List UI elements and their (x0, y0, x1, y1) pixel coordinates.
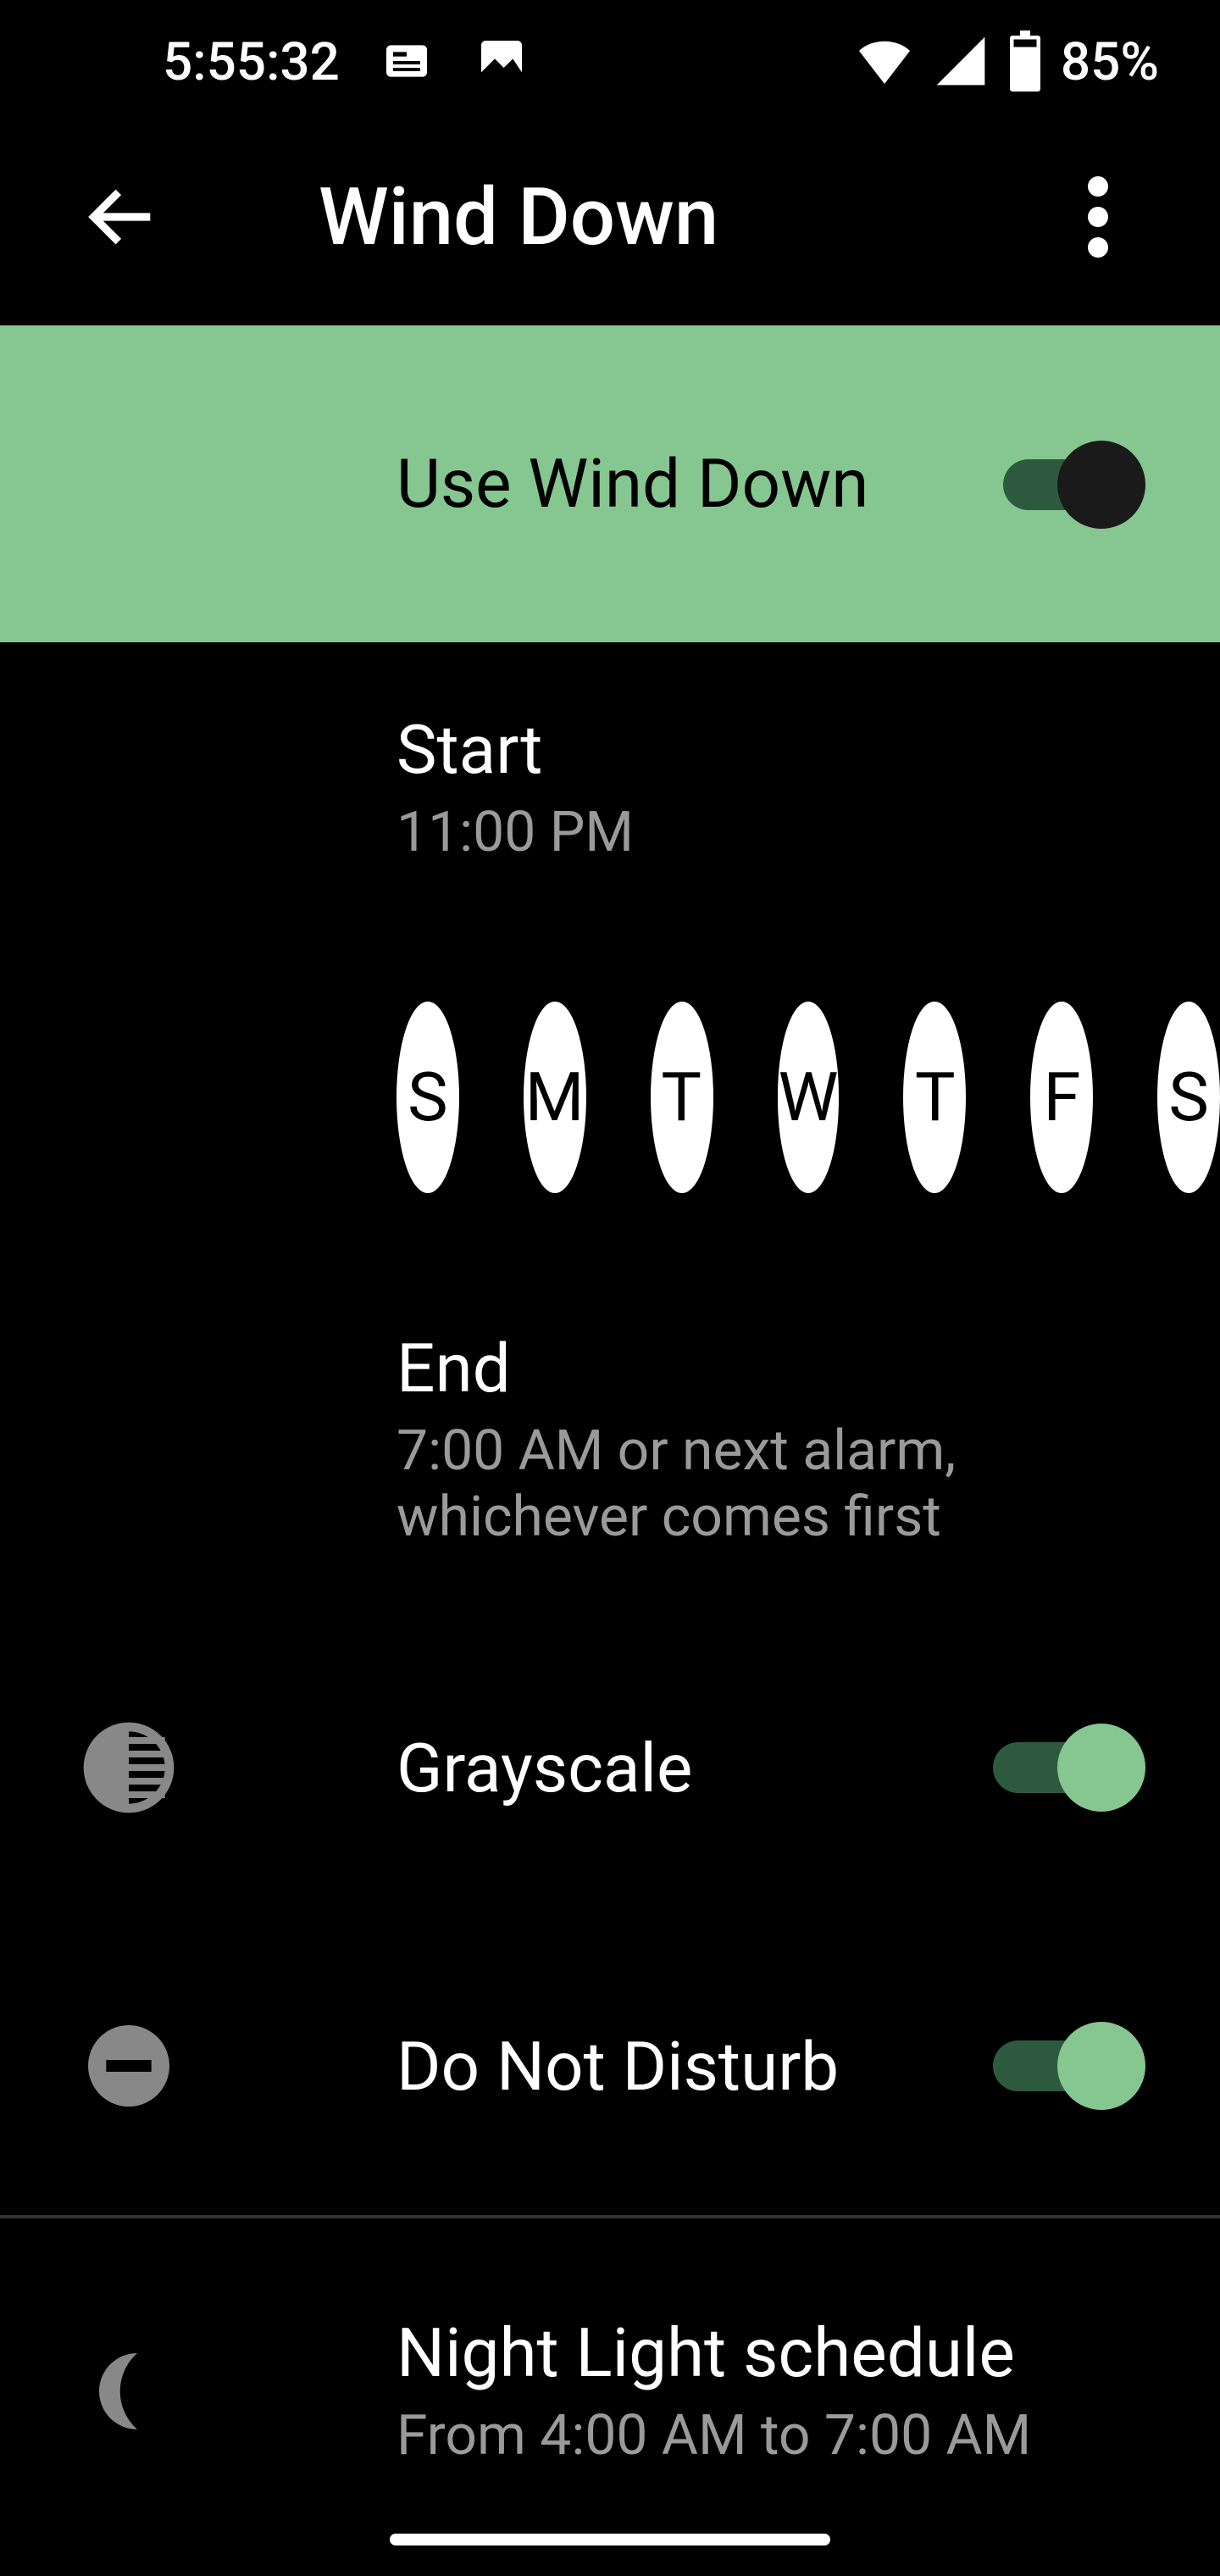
end-title: End (396, 1329, 1152, 1408)
start-title: Start (396, 710, 1152, 790)
battery-icon (1006, 31, 1044, 92)
status-bar: 5:55:32 85% (0, 0, 1220, 122)
battery-percent: 85% (1061, 30, 1159, 92)
dnd-row[interactable]: Do Not Disturb (0, 1917, 1220, 2215)
day-chip-sun[interactable]: S (396, 1002, 459, 1193)
day-chip-tue[interactable]: T (650, 1002, 713, 1193)
day-chip-fri[interactable]: F (1031, 1002, 1094, 1193)
start-time-row[interactable]: Start 11:00 PM (0, 642, 1220, 934)
navigation-pill[interactable] (390, 2534, 830, 2545)
grayscale-icon (75, 1713, 183, 1822)
day-chip-sat[interactable]: S (1157, 1002, 1220, 1193)
app-bar: Wind Down (0, 122, 1220, 312)
master-toggle-label: Use Wind Down (396, 444, 1003, 524)
status-time: 5:55:32 (163, 30, 340, 92)
do-not-disturb-icon (75, 2012, 183, 2120)
status-left: 5:55:32 (163, 30, 530, 92)
night-light-row[interactable]: Night Light schedule From 4:00 AM to 7:0… (0, 2218, 1220, 2564)
dnd-label: Do Not Disturb (396, 2026, 993, 2106)
page-title: Wind Down (319, 170, 1017, 264)
days-row: S M T W T F S (0, 934, 1220, 1261)
night-light-subtitle: From 4:00 AM to 7:00 AM (396, 2403, 1152, 2469)
moon-icon (75, 2337, 183, 2446)
wifi-icon (854, 31, 915, 92)
back-button[interactable] (41, 136, 203, 298)
end-subtitle: 7:00 AM or next alarm, whichever comes f… (396, 1418, 1152, 1551)
master-switch[interactable] (1003, 430, 1152, 538)
status-right: 85% (854, 30, 1159, 92)
end-time-row[interactable]: End 7:00 AM or next alarm, whichever com… (0, 1261, 1220, 1618)
day-chip-mon[interactable]: M (524, 1002, 586, 1193)
master-toggle-row[interactable]: Use Wind Down (0, 325, 1220, 642)
day-chip-thu[interactable]: T (904, 1002, 967, 1193)
cell-signal-icon (932, 32, 990, 90)
day-chip-wed[interactable]: W (777, 1002, 840, 1193)
grayscale-row[interactable]: Grayscale (0, 1618, 1220, 1917)
news-icon (380, 34, 435, 88)
start-time-value: 11:00 PM (396, 800, 1152, 866)
grayscale-label: Grayscale (396, 1728, 993, 1807)
photos-icon (475, 34, 530, 88)
night-light-title: Night Light schedule (396, 2313, 1152, 2393)
overflow-menu-button[interactable] (1017, 136, 1179, 298)
grayscale-switch[interactable] (993, 1713, 1152, 1822)
dnd-switch[interactable] (993, 2012, 1152, 2120)
